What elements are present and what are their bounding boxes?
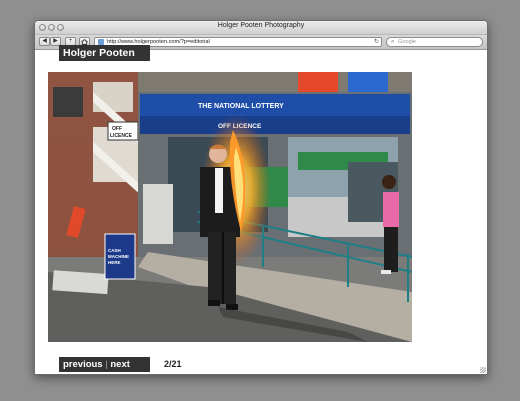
back-arrow-icon: ◀ — [42, 38, 47, 44]
editorial-photo[interactable]: OFF LICENCE THE NATIONAL LOTTERY OFF LIC… — [48, 72, 412, 342]
title-bar: Holger Pooten Photography — [35, 21, 487, 35]
next-link[interactable]: next — [110, 359, 130, 370]
photo-burning-man-icon: OFF LICENCE THE NATIONAL LOTTERY OFF LIC… — [48, 72, 412, 342]
reload-icon[interactable]: ↻ — [374, 38, 379, 46]
previous-link[interactable]: previous — [63, 359, 103, 370]
svg-text:LICENCE: LICENCE — [110, 133, 133, 139]
home-icon — [81, 38, 88, 45]
svg-text:MACHINE: MACHINE — [108, 254, 129, 259]
site-logo[interactable]: Holger Pooten — [59, 45, 150, 61]
svg-text:OFF: OFF — [112, 126, 122, 132]
svg-text:CASH: CASH — [108, 248, 121, 253]
resize-grip-icon[interactable] — [480, 367, 486, 373]
svg-text:HERE: HERE — [108, 260, 121, 265]
back-button[interactable]: ◀ — [39, 37, 50, 46]
nav-separator: | — [105, 359, 108, 370]
search-placeholder: Google — [398, 39, 417, 45]
search-icon: ⌕ — [391, 39, 395, 45]
browser-window: Holger Pooten Photography ◀ ▶ + http://w… — [34, 20, 488, 375]
window-title: Holger Pooten Photography — [217, 22, 305, 29]
plus-icon: + — [68, 38, 73, 44]
photo-counter: 2/21 — [164, 359, 182, 369]
svg-text:THE NATIONAL LOTTERY: THE NATIONAL LOTTERY — [198, 103, 284, 110]
forward-arrow-icon: ▶ — [53, 38, 58, 44]
search-field[interactable]: ⌕ Google — [386, 37, 483, 47]
photo-navigation: previous | next — [59, 357, 150, 372]
